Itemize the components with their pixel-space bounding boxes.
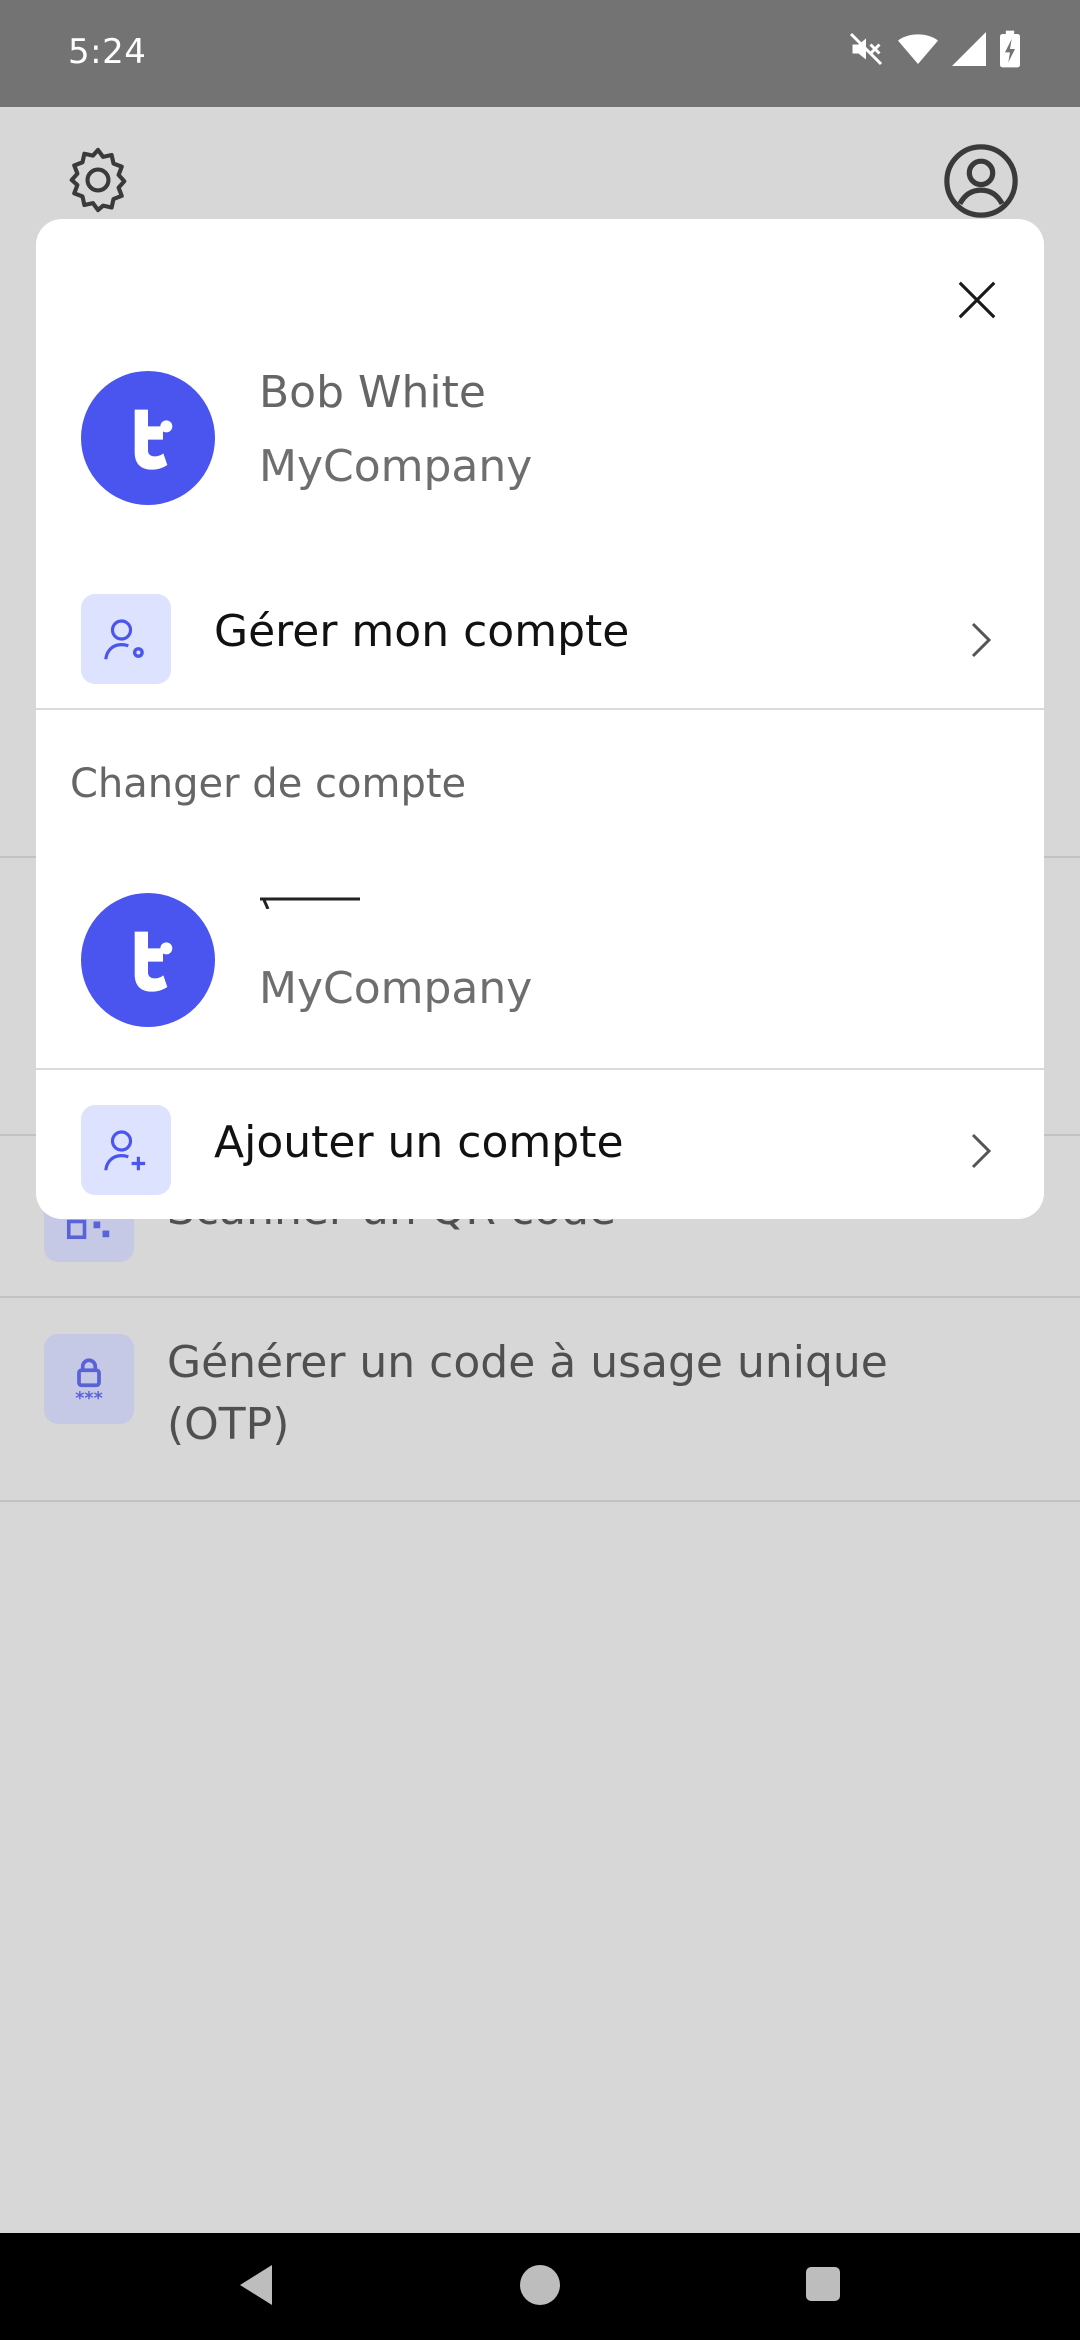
user-settings-icon bbox=[81, 594, 171, 684]
profile-icon[interactable] bbox=[942, 142, 1020, 220]
home-icon[interactable] bbox=[520, 2265, 560, 2305]
otp-label-line1: Générer un code à usage unique bbox=[167, 1337, 888, 1388]
status-bar: 5:24 bbox=[0, 0, 1080, 107]
mute-icon bbox=[849, 32, 883, 66]
add-user-icon bbox=[81, 1105, 171, 1195]
navigation-bar bbox=[0, 2233, 1080, 2340]
account-avatar bbox=[81, 893, 215, 1027]
status-time: 5:24 bbox=[68, 32, 147, 72]
add-account-button[interactable]: Ajouter un compte bbox=[36, 1079, 1044, 1219]
battery-charging-icon bbox=[1000, 30, 1020, 68]
chevron-right-icon bbox=[971, 1133, 992, 1169]
manage-account-button[interactable]: Gérer mon compte bbox=[36, 568, 1044, 708]
wifi-icon bbox=[898, 34, 938, 64]
add-account-label: Ajouter un compte bbox=[214, 1117, 624, 1168]
close-button[interactable] bbox=[942, 265, 1012, 335]
modal-divider bbox=[36, 1068, 1044, 1070]
svg-text:***: *** bbox=[75, 1389, 102, 1409]
account-company: MyCompany bbox=[259, 963, 533, 1014]
close-icon bbox=[958, 281, 996, 319]
settings-gear-icon[interactable] bbox=[60, 142, 136, 218]
app-logo-icon bbox=[134, 931, 173, 992]
account-name: Bob White bbox=[259, 367, 486, 418]
status-icons bbox=[848, 30, 1020, 68]
back-icon[interactable] bbox=[236, 2263, 276, 2307]
modal-divider bbox=[36, 708, 1044, 710]
account-switcher-modal: Bob White MyCompany Gérer mon compte Cha… bbox=[36, 219, 1044, 1219]
manage-account-label: Gérer mon compte bbox=[214, 606, 630, 657]
chevron-right-icon bbox=[971, 622, 992, 658]
otp-lock-icon: *** bbox=[44, 1334, 134, 1424]
account-company: MyCompany bbox=[259, 441, 533, 492]
redacted-name bbox=[260, 897, 360, 909]
otp-label-line2: (OTP) bbox=[167, 1399, 290, 1450]
signal-icon bbox=[952, 32, 986, 66]
app-logo-icon bbox=[134, 409, 173, 470]
background-divider bbox=[0, 1296, 1080, 1298]
account-avatar bbox=[81, 371, 215, 505]
switch-account-title: Changer de compte bbox=[70, 761, 467, 807]
background-divider bbox=[0, 1500, 1080, 1502]
recent-apps-icon[interactable] bbox=[806, 2267, 840, 2301]
